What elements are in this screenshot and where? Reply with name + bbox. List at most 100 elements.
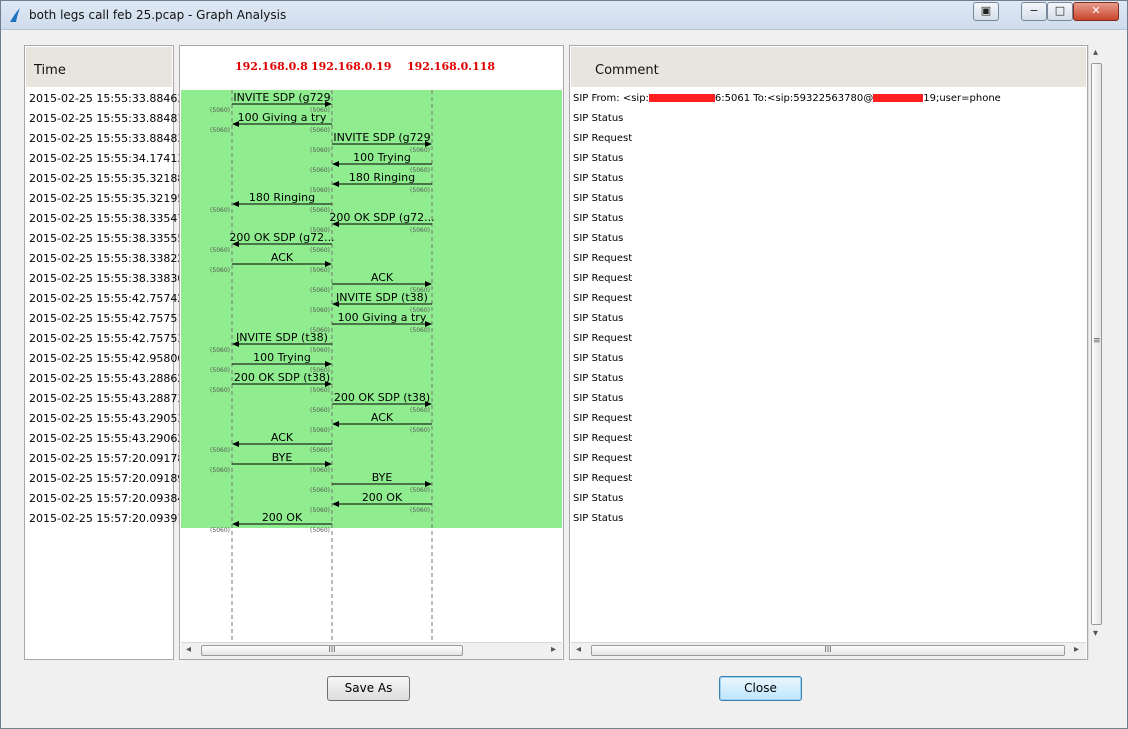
comment-vertical-scrollbar[interactable]: ▴ ≡ ▾ [1088,45,1105,659]
save-as-button[interactable]: Save As [327,676,410,701]
time-cell[interactable]: 2015-02-25 15:55:38.335477 [29,209,191,229]
port-label: (5060) [210,447,230,454]
comment-cell[interactable]: SIP Status [573,349,623,369]
time-cell[interactable]: 2015-02-25 15:57:20.091780 [29,449,191,469]
port-label: (5060) [310,347,330,354]
port-label: (5060) [210,467,230,474]
comment-cell[interactable]: SIP Request [573,329,632,349]
comment-cell[interactable]: SIP Status [573,229,623,249]
graph-scroll-thumb[interactable]: III [201,645,463,656]
comment-cell[interactable]: SIP Request [573,269,632,289]
scroll-left-icon[interactable]: ◂ [186,644,191,655]
flow-graph-area[interactable]: 192.168.0.8 192.168.0.19 192.168.0.118 I… [181,47,562,642]
message-arrow[interactable]: 100 Giving a try(5060)(5060) [310,311,432,334]
message-arrow[interactable]: 200 OK SDP (t38) (5060) (5060) [210,371,332,394]
message-arrow[interactable]: 180 Ringing(5060)(5060) [310,171,432,194]
comment-cell[interactable]: SIP Status [573,169,623,189]
comment-cell[interactable]: SIP From: <sip: 6:5061 To:<sip:5932256378… [573,89,1001,109]
comment-horizontal-scrollbar[interactable]: ◂ III ▸ [571,642,1086,659]
port-label: (5060) [310,147,330,154]
comment-text: 19;user=phone [923,93,1001,104]
message-arrow[interactable]: 100 Giving a try(5060)(5060) [210,111,332,134]
comment-cell[interactable]: SIP Request [573,249,632,269]
time-cell[interactable]: 2015-02-25 15:55:33.884812 [29,109,191,129]
time-cell[interactable]: 2015-02-25 15:55:42.757511 [29,309,191,329]
time-cell[interactable]: 2015-02-25 15:55:35.321952 [29,189,191,209]
port-label: (5060) [210,267,230,274]
message-label: 100 Giving a try [238,111,327,124]
scroll-right-icon[interactable]: ▸ [1074,644,1079,655]
time-cell[interactable]: 2015-02-25 15:55:43.288628 [29,369,191,389]
comment-text: 6:5061 To:<sip:59322563780@ [714,93,874,104]
tile-icon[interactable]: ▣ [973,2,999,21]
graph-horizontal-scrollbar[interactable]: ◂ III ▸ [181,642,562,659]
time-cell[interactable]: 2015-02-25 15:55:33.884835 [29,129,191,149]
port-label: (5060) [210,387,230,394]
message-label: 200 OK SDP (t38) [234,371,330,384]
port-label: (5060) [310,307,330,314]
message-label: 200 OK SDP (g72... [329,211,434,224]
time-cell[interactable]: 2015-02-25 15:57:20.093843 [29,489,191,509]
time-cell[interactable]: 2015-02-25 15:55:43.290532 [29,409,191,429]
port-label: (5060) [310,387,330,394]
comment-cell[interactable]: SIP Request [573,289,632,309]
comment-panel: Comment SIP From: <sip: 6:5061 To:<sip:59… [569,45,1088,660]
comment-cell[interactable]: SIP Status [573,189,623,209]
comment-cell[interactable]: SIP Status [573,109,623,129]
comment-cell[interactable]: SIP Status [573,489,623,509]
message-label: ACK [371,271,394,284]
scroll-down-icon[interactable]: ▾ [1093,628,1098,639]
port-label: (5060) [410,227,430,234]
comment-cell[interactable]: SIP Status [573,209,623,229]
comment-cell[interactable]: SIP Request [573,129,632,149]
title-bar[interactable]: both legs call feb 25.pcap - Graph Analy… [1,1,1127,30]
flow-diagram: INVITE SDP (g729(5060) (5060)100 Giving a… [210,90,435,642]
minimize-button[interactable]: − [1021,2,1047,21]
comment-cell[interactable]: SIP Status [573,149,623,169]
close-button[interactable]: Close [719,676,802,701]
comment-cell[interactable]: SIP Request [573,449,632,469]
scroll-left-icon[interactable]: ◂ [576,644,581,655]
comment-cell[interactable]: SIP Request [573,429,632,449]
time-cell[interactable]: 2015-02-25 15:55:42.757533 [29,329,191,349]
scroll-right-icon[interactable]: ▸ [551,644,556,655]
comment-cell[interactable]: SIP Request [573,409,632,429]
time-cell[interactable]: 2015-02-25 15:57:20.093915 [29,509,191,529]
port-label: (5060) [310,467,330,474]
close-window-button[interactable]: ✕ [1073,2,1119,21]
message-label: INVITE SDP (g729 [233,91,330,104]
message-label: INVITE SDP (t38) [236,331,328,344]
comment-cell[interactable]: SIP Status [573,389,623,409]
message-arrow[interactable]: ACK (5060) (5060) [210,251,332,274]
comment-scroll-thumb[interactable]: III [591,645,1065,656]
comment-cell[interactable]: SIP Status [573,509,623,529]
maximize-button[interactable]: □ [1047,2,1073,21]
time-header: Time [26,47,172,87]
time-cell[interactable]: 2015-02-25 15:55:38.338227 [29,249,191,269]
redaction-mark [648,94,715,102]
time-cell[interactable]: 2015-02-25 15:55:43.288730 [29,389,191,409]
time-cell[interactable]: 2015-02-25 15:55:35.321883 [29,169,191,189]
time-cell[interactable]: 2015-02-25 15:55:34.174133 [29,149,191,169]
port-label: (5060) [210,347,230,354]
port-label: (5060) [210,107,230,114]
message-arrow[interactable]: BYE (5060) (5060) [210,451,332,474]
time-cell[interactable]: 2015-02-25 15:55:43.290620 [29,429,191,449]
time-cell[interactable]: 2015-02-25 15:57:20.091891 [29,469,191,489]
scroll-up-icon[interactable]: ▴ [1093,47,1098,58]
vertical-scroll-thumb[interactable]: ≡ [1091,63,1102,625]
comment-cell[interactable]: SIP Request [573,469,632,489]
message-arrow[interactable]: 200 OK (5060) (5060) [310,491,432,514]
message-arrow[interactable]: 180 Ringing(5060)(5060) [210,191,332,214]
time-cell[interactable]: 2015-02-25 15:55:38.335553 [29,229,191,249]
time-cell[interactable]: 2015-02-25 15:55:33.884633 [29,89,191,109]
message-label: BYE [372,471,393,484]
message-arrow[interactable]: 200 OK (5060) (5060) [210,511,332,534]
message-arrow[interactable]: ACK (5060) (5060) [310,411,432,434]
time-cell[interactable]: 2015-02-25 15:55:38.338304 [29,269,191,289]
time-cell[interactable]: 2015-02-25 15:55:42.958003 [29,349,191,369]
port-label: (5060) [410,187,430,194]
comment-cell[interactable]: SIP Status [573,309,623,329]
comment-cell[interactable]: SIP Status [573,369,623,389]
time-cell[interactable]: 2015-02-25 15:55:42.757420 [29,289,191,309]
